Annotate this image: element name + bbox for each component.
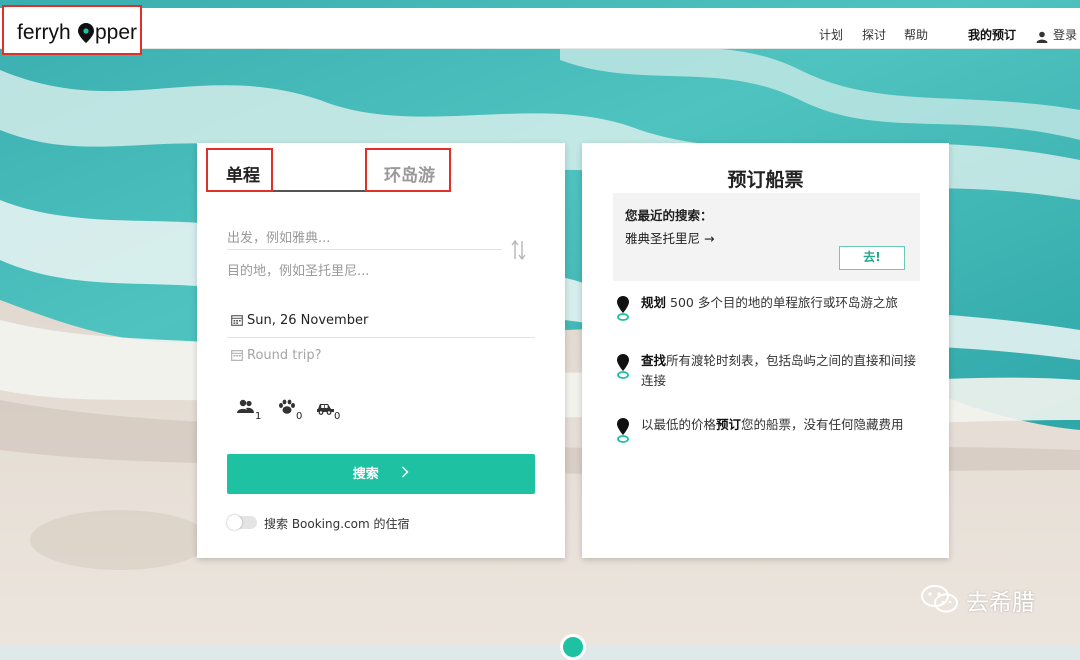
tab-island-hopping-label: 环岛游 (384, 166, 435, 186)
feature-bold: 预订 (716, 417, 742, 432)
ferryhopper-logo[interactable]: ferryhopper ferryh pper (2, 5, 142, 55)
tab-one-way-label: 单程 (226, 166, 260, 186)
passengers-icon (237, 399, 255, 419)
chevron-right-icon (401, 454, 409, 494)
svg-text:ferryh: ferryh (17, 21, 71, 44)
search-button-label: 搜索 (352, 467, 379, 482)
destination-input[interactable]: 目的地，例如圣托里尼... (227, 260, 502, 279)
go-button[interactable]: 去! (839, 246, 905, 270)
passengers-count: 1 (255, 411, 262, 422)
svg-text:pper: pper (95, 21, 137, 44)
feature-desc: 您的船票，没有任何隐藏费用 (741, 417, 904, 432)
feature-prefix: 以最低的价格 (641, 417, 717, 432)
map-pin-icon (616, 353, 630, 383)
departure-date-field[interactable]: Sun, 26 November (231, 313, 368, 330)
pets-count: 0 (296, 411, 303, 422)
info-card-title: 预订船票 (727, 169, 804, 191)
departure-date-value: Sun, 26 November (247, 313, 369, 328)
passengers-selector[interactable]: 1 (237, 399, 261, 422)
map-pin-icon (616, 417, 630, 447)
feature-bold: 规划 (641, 295, 667, 310)
nav-help[interactable]: 帮助 (904, 26, 928, 43)
user-icon[interactable] (1036, 28, 1048, 47)
return-date-placeholder: Round trip? (247, 348, 322, 363)
feature-desc: 所有渡轮时刻表，包括岛屿之间的直接和间接连接 (641, 353, 917, 388)
car-icon (316, 400, 336, 419)
map-pin-icon (616, 295, 630, 325)
booking-toggle-label: 搜索 Booking.com 的住宿 (264, 517, 410, 531)
nav-plan[interactable]: 计划 (819, 26, 843, 43)
nav-login[interactable]: 登录 (1053, 26, 1077, 43)
feature-bold: 查找 (641, 353, 667, 368)
tab-island-hopping[interactable]: 环岛游 (365, 148, 451, 192)
top-navigation-bar: 计划 探讨 帮助 我的预订 登录 (0, 8, 1080, 49)
pets-selector[interactable]: 0 (278, 399, 302, 422)
departure-input[interactable]: 出发，例如雅典... (227, 227, 502, 246)
wechat-icon (920, 584, 960, 618)
divider (227, 249, 502, 250)
vehicles-count: 0 (334, 411, 341, 422)
return-date-field[interactable]: Round trip? (231, 348, 321, 365)
watermark-text: 去希腊 (966, 590, 1035, 616)
search-card: 单程 环岛游 出发，例如雅典... 目的地，例如圣托里尼... Sun, 26 … (197, 143, 565, 558)
divider (227, 337, 535, 338)
recent-searches-title: 您最近的搜索： (625, 208, 713, 223)
feature-text: 规划 500 多个目的地的单程旅行或环岛游之旅 (641, 293, 921, 313)
nav-my-bookings[interactable]: 我的预订 (968, 26, 1016, 43)
tab-one-way[interactable]: 单程 (206, 148, 273, 192)
recent-searches-panel: 您最近的搜索： 雅典圣托里尼 → 去! (613, 193, 920, 281)
recent-search-item[interactable]: 雅典圣托里尼 → (625, 228, 714, 247)
scroll-indicator[interactable] (560, 634, 586, 660)
calendar-icon (231, 314, 243, 330)
booking-accommodation-toggle[interactable] (227, 515, 257, 530)
vehicles-selector[interactable]: 0 (316, 399, 340, 422)
paw-icon (278, 399, 296, 419)
nav-explore[interactable]: 探讨 (862, 26, 886, 43)
feature-text: 以最低的价格预订您的船票，没有任何隐藏费用 (641, 415, 921, 435)
swap-icon[interactable] (511, 239, 527, 265)
search-button[interactable]: 搜索 (227, 454, 535, 494)
feature-text: 查找所有渡轮时刻表，包括岛屿之间的直接和间接连接 (641, 351, 921, 391)
calendar-icon (231, 349, 243, 365)
booking-info-card: 预订船票 您最近的搜索： 雅典圣托里尼 → 去! 规划 500 多个目的地的单程… (582, 143, 949, 558)
logo-wordmark: ferryh pper (17, 21, 137, 44)
feature-desc: 500 多个目的地的单程旅行或环岛游之旅 (666, 295, 898, 310)
